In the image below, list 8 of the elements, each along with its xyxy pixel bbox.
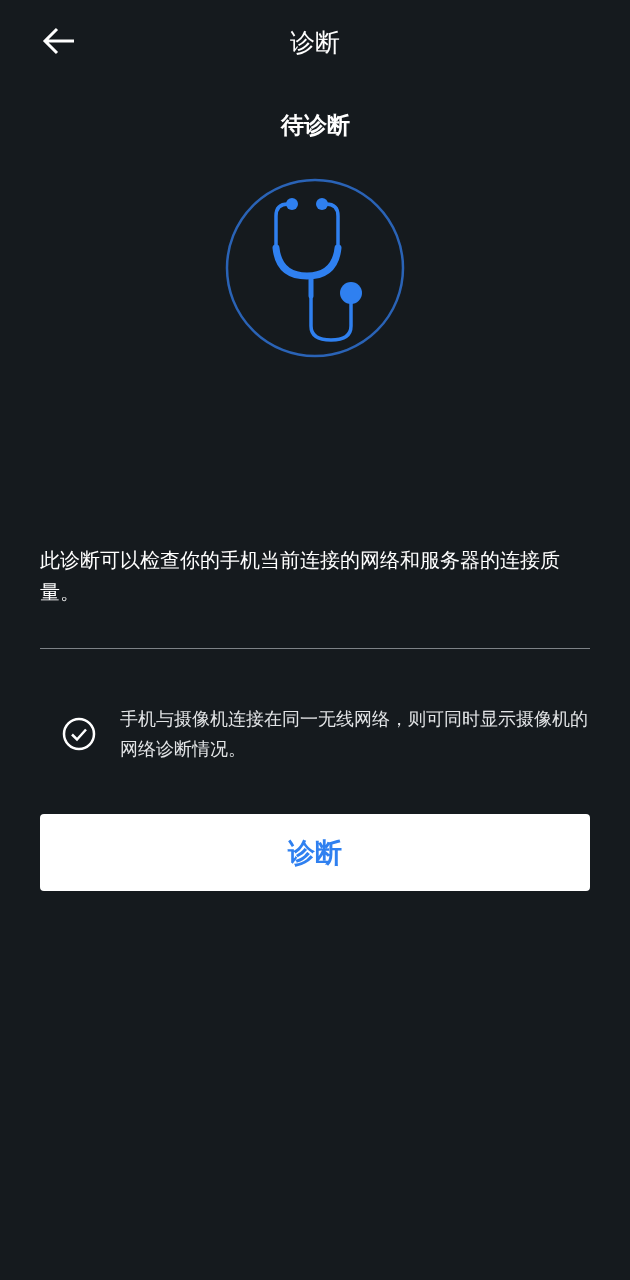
back-arrow-icon — [42, 26, 76, 56]
checkbox[interactable] — [62, 717, 96, 751]
status-label: 待诊断 — [280, 111, 350, 140]
description-text: 此诊断可以检查你的手机当前连接的网络和服务器的连接质量。 — [40, 547, 561, 606]
option-text: 手机与摄像机连接在同一无线网络，则可同时显示摄像机的网络诊断情况。 — [120, 708, 589, 761]
stethoscope-icon — [225, 178, 405, 358]
page-title: 诊断 — [290, 26, 340, 59]
diagnose-button[interactable]: 诊断 — [40, 814, 590, 891]
